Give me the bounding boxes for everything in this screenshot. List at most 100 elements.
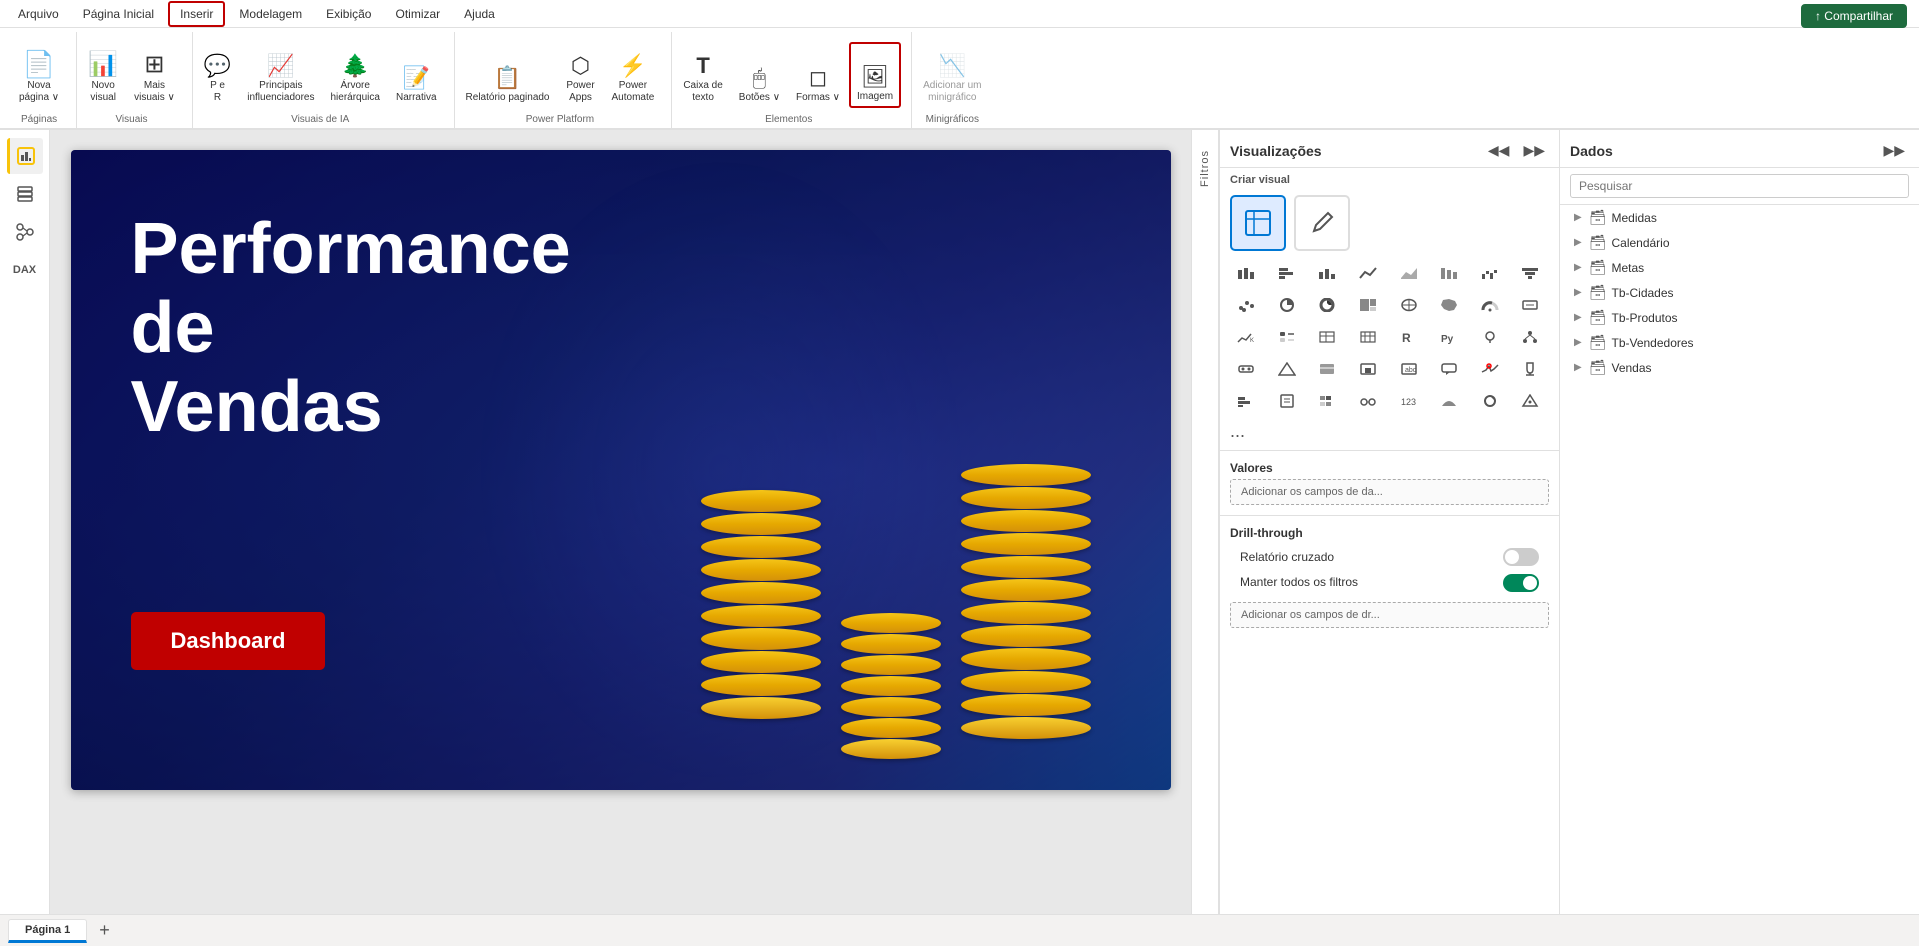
- arvore-hierarquica-button[interactable]: 🌲 Árvorehierárquica: [323, 42, 386, 108]
- data-tree-item-calendario[interactable]: ▶ 🗃 Calendário: [1560, 230, 1919, 255]
- data-tree-item-vendas[interactable]: ▶ 🗃 Vendas: [1560, 355, 1919, 380]
- menu-arquivo[interactable]: Arquivo: [8, 3, 69, 25]
- share-button[interactable]: ↑ Compartilhar: [1801, 4, 1907, 28]
- viz-icon-powerbi-table[interactable]: [1309, 355, 1345, 383]
- nova-pagina-button[interactable]: 📄 Novapágina ∨: [12, 42, 66, 108]
- viz-icon-gauge[interactable]: [1472, 291, 1508, 319]
- viz-icon-table2[interactable]: [1309, 323, 1345, 351]
- viz-icon-custom8[interactable]: [1512, 387, 1548, 415]
- viz-icon-custom7[interactable]: [1472, 387, 1508, 415]
- manter-filtros-toggle[interactable]: [1503, 574, 1539, 592]
- viz-icon-ribbon-chart[interactable]: [1431, 259, 1467, 287]
- data-expand-button[interactable]: ▶▶: [1879, 138, 1909, 163]
- data-tree-item-medidas[interactable]: ▶ 🗃 Medidas: [1560, 205, 1919, 230]
- viz-expand-right-button[interactable]: ▶▶: [1519, 138, 1549, 163]
- viz-icon-custom5[interactable]: 123: [1391, 387, 1427, 415]
- menu-inserir[interactable]: Inserir: [168, 1, 225, 27]
- table-icon-calendario: 🗃: [1589, 234, 1607, 251]
- botoes-button[interactable]: 🖱 Botões ∨: [732, 42, 787, 108]
- viz-table-icon[interactable]: [1230, 195, 1286, 251]
- novo-visual-icon: 📊: [88, 53, 118, 77]
- viz-icon-report2[interactable]: [1269, 387, 1305, 415]
- viz-icon-column-chart[interactable]: [1309, 259, 1345, 287]
- power-apps-button[interactable]: ⬡ PowerApps: [559, 42, 603, 108]
- menu-otimizar[interactable]: Otimizar: [385, 3, 450, 25]
- viz-format-icon[interactable]: [1294, 195, 1350, 251]
- menu-modelagem[interactable]: Modelagem: [229, 3, 312, 25]
- viz-icon-line-chart[interactable]: [1350, 259, 1386, 287]
- values-add-box[interactable]: Adicionar os campos de da...: [1230, 479, 1549, 505]
- viz-icons-row-3: K R Py: [1220, 321, 1559, 353]
- mais-visuais-button[interactable]: ⊞ Maisvisuais ∨: [127, 42, 182, 108]
- ribbon-group-power-platform-label: Power Platform: [459, 112, 662, 128]
- caixa-texto-button[interactable]: T Caixa detexto: [676, 42, 729, 108]
- viz-icon-ai-visual1[interactable]: [1228, 355, 1264, 383]
- viz-icon-bar2[interactable]: [1228, 387, 1264, 415]
- page-tab-1[interactable]: Página 1: [8, 919, 87, 943]
- viz-collapse-left-button[interactable]: ◀◀: [1484, 138, 1514, 163]
- narrativa-button[interactable]: 📝 Narrativa: [389, 42, 444, 108]
- caixa-texto-icon: T: [696, 55, 709, 77]
- viz-icon-funnel[interactable]: [1512, 259, 1548, 287]
- viz-icon-azure-map[interactable]: [1472, 323, 1508, 351]
- viz-icon-trophy[interactable]: [1512, 355, 1548, 383]
- viz-icon-donut[interactable]: [1309, 291, 1345, 319]
- viz-icon-textbox[interactable]: abc: [1391, 355, 1427, 383]
- sidebar-report-icon[interactable]: [7, 138, 43, 174]
- viz-icon-filled-map[interactable]: [1431, 291, 1467, 319]
- viz-icon-scatter[interactable]: [1228, 291, 1264, 319]
- sidebar-dax-icon[interactable]: DAX: [7, 252, 43, 288]
- viz-more-label[interactable]: ...: [1230, 421, 1245, 441]
- viz-icon-decomp[interactable]: [1512, 323, 1548, 351]
- principais-influenciadores-button[interactable]: 📈 Principaisinfluenciadores: [240, 42, 321, 108]
- viz-icon-pie[interactable]: [1269, 291, 1305, 319]
- viz-icon-matrix[interactable]: [1350, 323, 1386, 351]
- canvas-area: Performance de Vendas Dashboard: [50, 130, 1191, 914]
- sidebar-data-icon[interactable]: [7, 176, 43, 212]
- formas-button[interactable]: ◻ Formas ∨: [789, 42, 847, 108]
- viz-icon-custom6[interactable]: [1431, 387, 1467, 415]
- imagem-button[interactable]: 🖼 Imagem: [849, 42, 901, 108]
- viz-icon-kpi[interactable]: K: [1228, 323, 1264, 351]
- novo-visual-button[interactable]: 📊 Novovisual: [81, 42, 125, 108]
- data-search-input[interactable]: [1570, 174, 1909, 198]
- viz-icon-smart-narr[interactable]: [1431, 355, 1467, 383]
- section-divider-1: [1220, 450, 1559, 451]
- viz-icon-cluster[interactable]: [1350, 387, 1386, 415]
- viz-icon-bar-chart[interactable]: [1269, 259, 1305, 287]
- viz-icon-card[interactable]: [1512, 291, 1548, 319]
- viz-icon-area-chart[interactable]: [1391, 259, 1427, 287]
- viz-icon-anomaly[interactable]: [1472, 355, 1508, 383]
- viz-icon-stacked-bar[interactable]: [1228, 259, 1264, 287]
- viz-icon-slicer[interactable]: [1269, 323, 1305, 351]
- viz-icon-custom4[interactable]: [1350, 355, 1386, 383]
- menu-pagina-inicial[interactable]: Página Inicial: [73, 3, 164, 25]
- viz-icon-waterfall[interactable]: [1472, 259, 1508, 287]
- data-tree-item-tb-produtos[interactable]: ▶ 🗃 Tb-Produtos: [1560, 305, 1919, 330]
- data-search-section: [1560, 168, 1919, 205]
- add-page-button[interactable]: +: [99, 920, 110, 941]
- menu-exibicao[interactable]: Exibição: [316, 3, 381, 25]
- dashboard-button[interactable]: Dashboard: [131, 612, 326, 670]
- viz-icon-ai-visual2[interactable]: [1269, 355, 1305, 383]
- data-panel: Dados ▶▶ ▶ 🗃 Medidas ▶ 🗃 Calendário: [1560, 130, 1919, 914]
- relatorio-cruzado-toggle[interactable]: [1503, 548, 1539, 566]
- viz-icon-r-visual[interactable]: R: [1391, 323, 1427, 351]
- relatorio-paginado-button[interactable]: 📋 Relatório paginado: [459, 42, 557, 108]
- adicionar-minigrafico-button[interactable]: 📉 Adicionar umminigráfico: [916, 42, 988, 108]
- viz-icon-heatmap[interactable]: [1309, 387, 1345, 415]
- data-tree-item-tb-vendedores[interactable]: ▶ 🗃 Tb-Vendedores: [1560, 330, 1919, 355]
- per-button[interactable]: 💬 P eR: [197, 42, 238, 108]
- ribbon: 📄 Novapágina ∨ Páginas 📊 Novovisual ⊞ Ma…: [0, 28, 1919, 130]
- viz-icon-map[interactable]: [1391, 291, 1427, 319]
- menu-ajuda[interactable]: Ajuda: [454, 3, 505, 25]
- viz-icon-python[interactable]: Py: [1431, 323, 1467, 351]
- power-automate-button[interactable]: ⚡ PowerAutomate: [605, 42, 662, 108]
- ribbon-group-visuais-ia: 💬 P eR 📈 Principaisinfluenciadores 🌲 Árv…: [193, 32, 455, 128]
- viz-icon-treemap[interactable]: [1350, 291, 1386, 319]
- data-tree-item-tb-cidades[interactable]: ▶ 🗃 Tb-Cidades: [1560, 280, 1919, 305]
- sidebar-model-icon[interactable]: [7, 214, 43, 250]
- data-tree-item-metas[interactable]: ▶ 🗃 Metas: [1560, 255, 1919, 280]
- ribbon-group-minigrafico: 📉 Adicionar umminigráfico Minigráficos: [912, 32, 998, 128]
- drill-add-box[interactable]: Adicionar os campos de dr...: [1230, 602, 1549, 628]
